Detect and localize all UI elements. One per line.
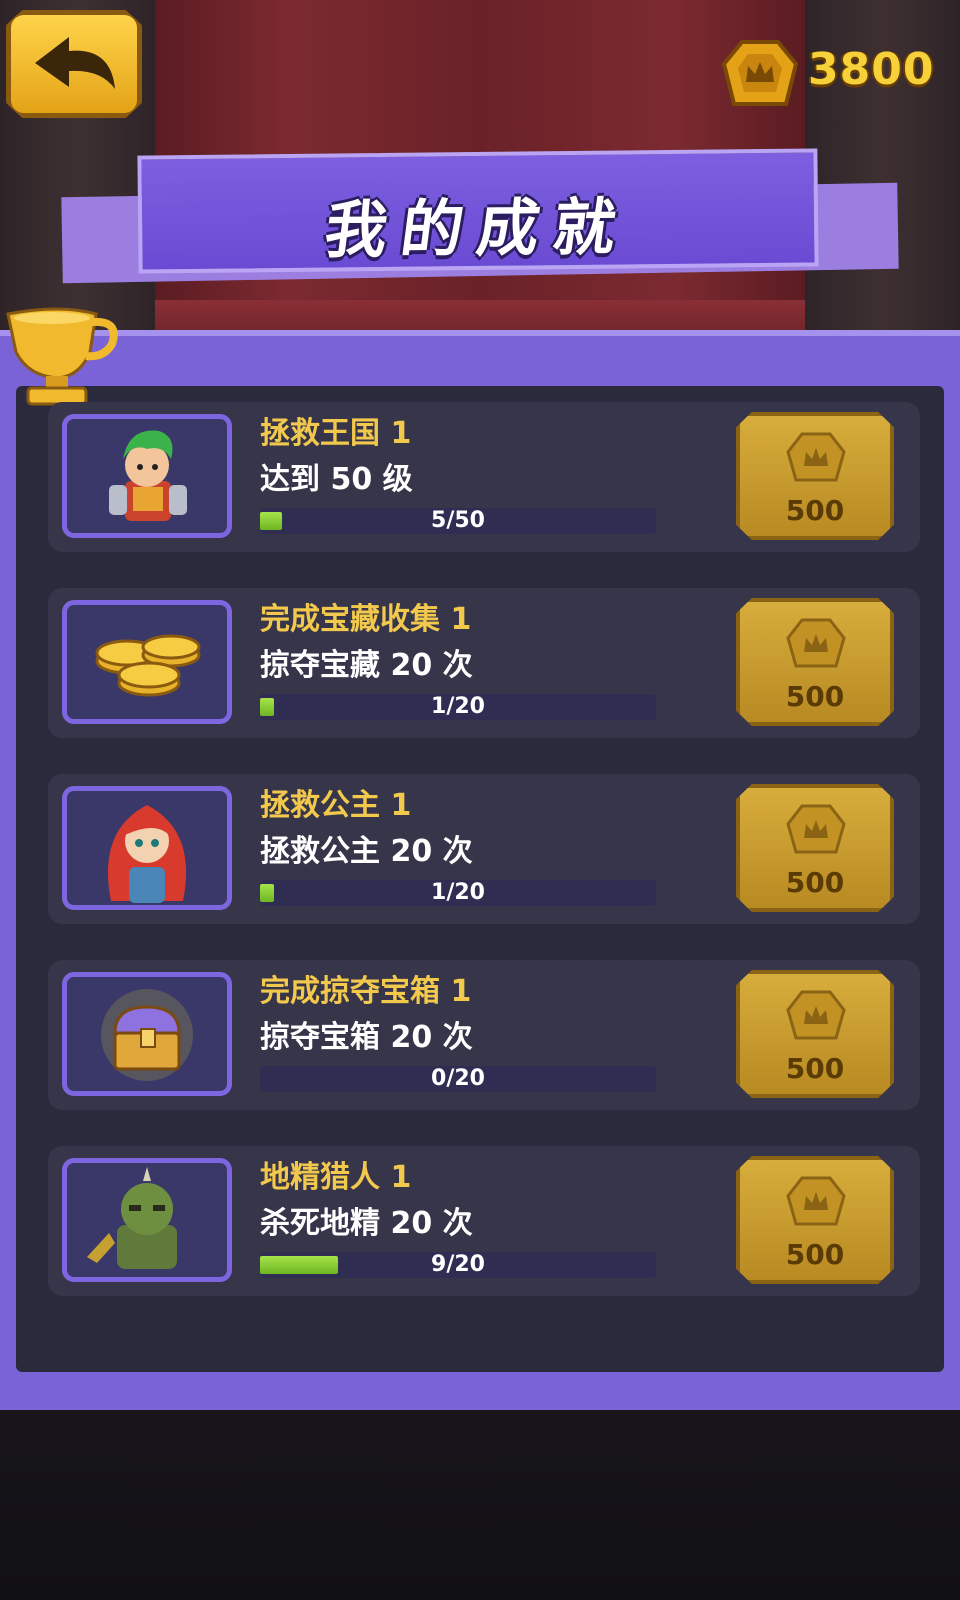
- title-banner: 我的成就: [137, 148, 819, 274]
- achievement-description: 达到 50 级: [260, 462, 413, 497]
- crown-coin-icon: [722, 40, 798, 106]
- achievement-portrait: [62, 972, 232, 1096]
- achievement-portrait: [62, 786, 232, 910]
- achievement-progress-bar: 5/50: [260, 508, 656, 534]
- crown-coin-icon: [786, 804, 846, 854]
- progress-text: 1/20: [431, 880, 485, 905]
- achievement-row: 完成宝藏收集 1 掠夺宝藏 20 次 1/20 500: [48, 588, 920, 738]
- crown-coin-icon: [786, 1176, 846, 1226]
- progress-text: 0/20: [431, 1066, 485, 1091]
- progress-text: 9/20: [431, 1252, 485, 1277]
- reward-amount: 500: [785, 494, 845, 527]
- achievement-portrait: [62, 414, 232, 538]
- hero-portrait-icon: [109, 430, 187, 521]
- achievement-portrait: [62, 1158, 232, 1282]
- background-bottom: [0, 1410, 960, 1600]
- achievement-progress-bar: 1/20: [260, 694, 656, 720]
- claim-reward-button[interactable]: 500: [736, 1156, 894, 1284]
- reward-amount: 500: [785, 680, 845, 713]
- reward-amount: 500: [785, 1052, 845, 1085]
- achievement-row: 拯救公主 1 拯救公主 20 次 1/20 500: [48, 774, 920, 924]
- gold-coins-icon: [95, 634, 201, 697]
- achievement-progress-bar: 0/20: [260, 1066, 656, 1092]
- reward-amount: 500: [785, 1238, 845, 1271]
- achievement-description: 掠夺宝箱 20 次: [260, 1020, 473, 1055]
- claim-reward-button[interactable]: 500: [736, 412, 894, 540]
- achievement-portrait: [62, 600, 232, 724]
- crown-coin-icon: [786, 618, 846, 668]
- achievement-title: 完成宝藏收集 1: [260, 602, 472, 637]
- back-arrow-icon: [35, 37, 115, 89]
- crown-coin-icon: [786, 990, 846, 1040]
- achievement-description: 杀死地精 20 次: [260, 1206, 473, 1241]
- achievement-title: 拯救王国 1: [260, 416, 412, 451]
- achievement-description: 掠夺宝藏 20 次: [260, 648, 473, 683]
- currency-display: 3800: [722, 38, 960, 118]
- currency-amount: 3800: [808, 44, 935, 95]
- achievement-row: 拯救王国 1 达到 50 级 5/50 500: [48, 402, 920, 552]
- achievement-title: 地精猎人 1: [260, 1160, 412, 1195]
- progress-text: 5/50: [431, 508, 485, 533]
- page-title: 我的成就: [320, 190, 635, 267]
- claim-reward-button[interactable]: 500: [736, 784, 894, 912]
- claim-reward-button[interactable]: 500: [736, 598, 894, 726]
- trophy-icon: [6, 307, 118, 406]
- treasure-chest-icon: [101, 989, 193, 1081]
- achievement-row: 地精猎人 1 杀死地精 20 次 9/20 500: [48, 1146, 920, 1296]
- crown-coin-icon: [786, 432, 846, 482]
- claim-reward-button[interactable]: 500: [736, 970, 894, 1098]
- achievement-progress-bar: 1/20: [260, 880, 656, 906]
- goblin-portrait-icon: [87, 1167, 177, 1269]
- achievement-title: 完成掠夺宝箱 1: [260, 974, 472, 1009]
- achievement-description: 拯救公主 20 次: [260, 834, 473, 869]
- achievement-row: 完成掠夺宝箱 1 掠夺宝箱 20 次 0/20 500: [48, 960, 920, 1110]
- princess-portrait-icon: [107, 805, 187, 903]
- achievement-title: 拯救公主 1: [260, 788, 412, 823]
- reward-amount: 500: [785, 866, 845, 899]
- achievement-progress-bar: 9/20: [260, 1252, 656, 1278]
- back-button[interactable]: [6, 10, 142, 118]
- progress-text: 1/20: [431, 694, 485, 719]
